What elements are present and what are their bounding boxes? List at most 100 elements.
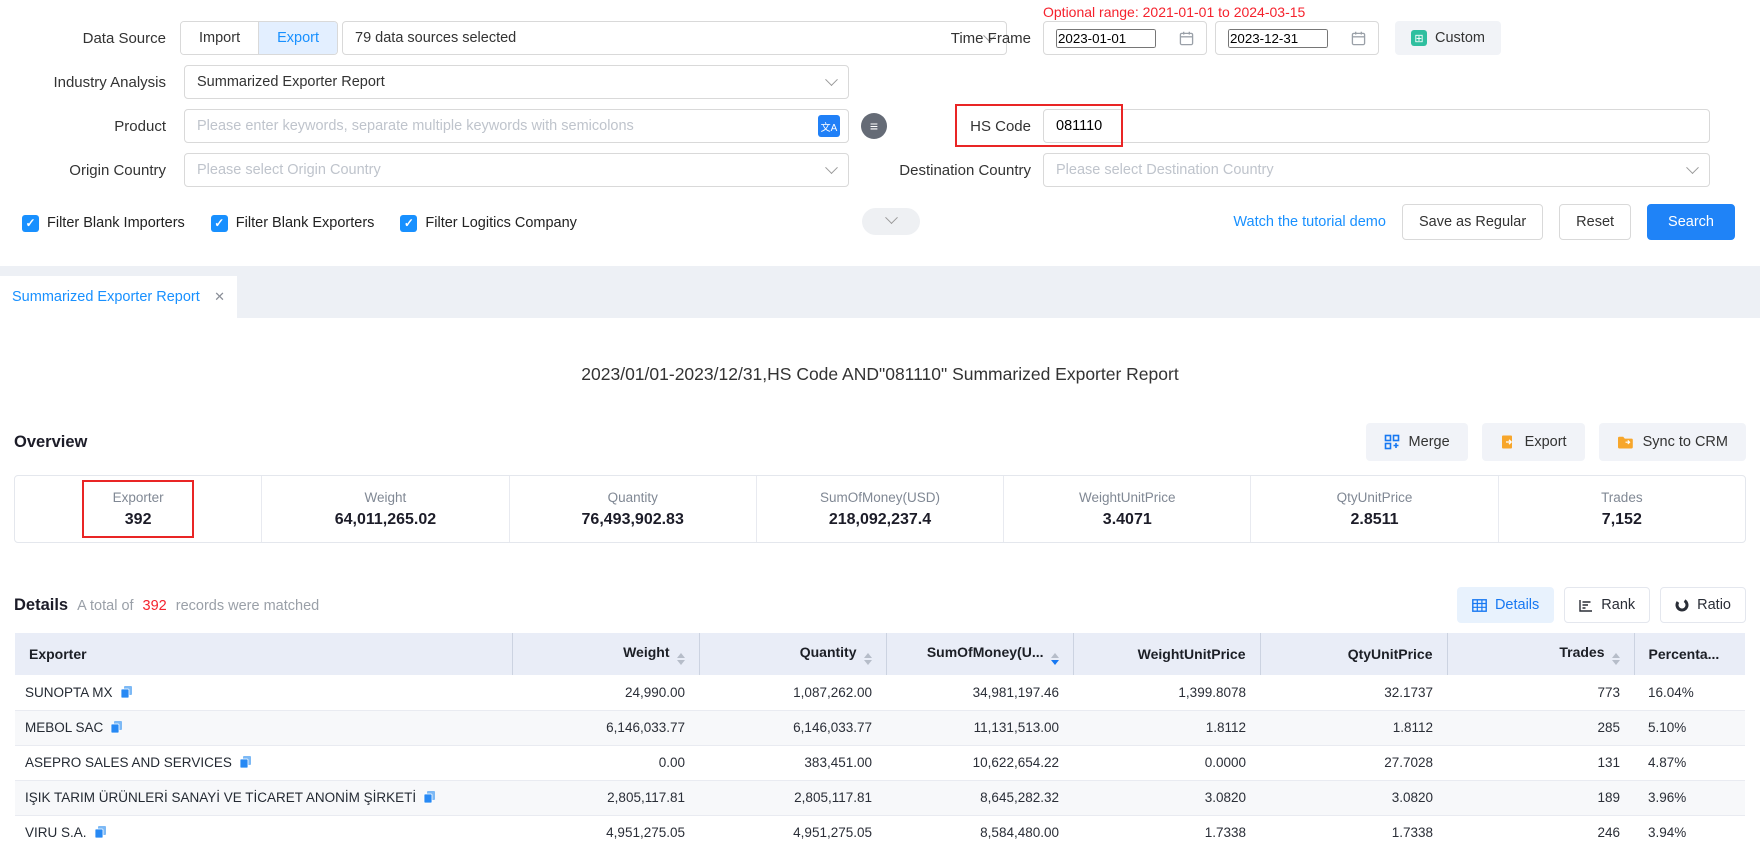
product-keyword-input[interactable] [197, 110, 836, 142]
sort-desc-icon[interactable] [1051, 653, 1059, 665]
hs-code-label: HS Code [845, 118, 1043, 135]
table-row: IŞIK TARIM ÜRÜNLERİ SANAYİ VE TİCARET AN… [15, 780, 1745, 815]
sum-cell: 11,131,513.00 [886, 710, 1073, 745]
weight-cell: 4,951,275.05 [512, 815, 699, 849]
exporter-name-link[interactable]: MEBOL SAC [25, 720, 103, 735]
trades-cell: 285 [1447, 710, 1634, 745]
export-toggle[interactable]: Export [258, 22, 337, 54]
exporter-cell: MEBOL SAC [15, 710, 512, 745]
calendar-icon [1351, 31, 1366, 46]
col-sum-of-money[interactable]: SumOfMoney(U... [886, 633, 1073, 675]
copy-icon[interactable] [94, 825, 107, 839]
product-keyword-field[interactable]: 文A [184, 109, 849, 143]
col-quantity[interactable]: Quantity [699, 633, 886, 675]
stat-value: 3.4071 [1103, 511, 1152, 529]
stat-value: 64,011,265.02 [335, 511, 436, 529]
start-date-picker[interactable] [1043, 21, 1207, 55]
percentage-cell: 16.04% [1634, 675, 1745, 710]
col-trades[interactable]: Trades [1447, 633, 1634, 675]
filter-row-industry: Industry Analysis Summarized Exporter Re… [0, 64, 1760, 100]
collapse-filters-button[interactable] [862, 208, 920, 235]
copy-icon[interactable] [120, 685, 133, 699]
col-percentage: Percenta... [1634, 633, 1745, 675]
hs-code-field[interactable] [1043, 109, 1710, 143]
copy-icon[interactable] [239, 755, 252, 769]
sort-icon[interactable] [677, 653, 685, 665]
checkbox-checked-icon: ✓ [211, 215, 228, 232]
tab-summarized-exporter-report[interactable]: Summarized Exporter Report ✕ [0, 276, 237, 318]
checkbox-checked-icon: ✓ [22, 215, 39, 232]
sum-cell: 8,584,480.00 [886, 815, 1073, 849]
stat-qty-unit-price: QtyUnitPrice 2.8511 [1250, 476, 1497, 542]
time-frame-group: Time Frame ⊞ Custom [845, 20, 1501, 56]
import-toggle[interactable]: Import [181, 22, 258, 54]
export-button[interactable]: Export [1482, 423, 1585, 461]
tutorial-demo-link[interactable]: Watch the tutorial demo [1233, 214, 1386, 230]
close-icon[interactable]: ✕ [214, 289, 225, 305]
hs-code-group: HS Code [845, 108, 1710, 144]
export-label: Export [1525, 434, 1567, 450]
stat-value: 218,092,237.4 [829, 511, 931, 529]
view-ratio-button[interactable]: Ratio [1660, 587, 1746, 623]
total-suffix: records were matched [176, 598, 319, 614]
start-date-input[interactable] [1056, 29, 1156, 48]
copy-icon[interactable] [423, 790, 436, 804]
filter-blank-exporters-checkbox[interactable]: ✓ Filter Blank Exporters [211, 215, 375, 232]
filter-logitics-company-checkbox[interactable]: ✓ Filter Logitics Company [400, 215, 577, 232]
percentage-cell: 5.10% [1634, 710, 1745, 745]
quantity-cell: 383,451.00 [699, 745, 886, 780]
stat-value: 392 [125, 511, 152, 529]
stat-value: 7,152 [1602, 511, 1642, 529]
col-weight[interactable]: Weight [512, 633, 699, 675]
weight-unit-price-cell: 1,399.8078 [1073, 675, 1260, 710]
stat-label: Weight [365, 490, 407, 505]
industry-analysis-select[interactable]: Summarized Exporter Report [184, 65, 849, 99]
filter-blank-importers-checkbox[interactable]: ✓ Filter Blank Importers [22, 215, 185, 232]
quantity-cell: 2,805,117.81 [699, 780, 886, 815]
origin-country-select[interactable]: Please select Origin Country [184, 153, 849, 187]
export-file-icon [1500, 434, 1516, 450]
calendar-icon [1179, 31, 1194, 46]
overview-header: Overview Merge Export Sync to CRM [0, 423, 1760, 461]
ratio-donut-icon [1675, 598, 1689, 612]
save-as-regular-button[interactable]: Save as Regular [1402, 204, 1543, 240]
trades-cell: 246 [1447, 815, 1634, 849]
col-weight-unit-price: WeightUnitPrice [1073, 633, 1260, 675]
exporter-name-link[interactable]: IŞIK TARIM ÜRÜNLERİ SANAYİ VE TİCARET AN… [25, 790, 416, 805]
overview-buttons: Merge Export Sync to CRM [1366, 423, 1746, 461]
sort-icon[interactable] [1612, 653, 1620, 665]
custom-range-icon: ⊞ [1411, 30, 1427, 46]
merge-label: Merge [1409, 434, 1450, 450]
percentage-cell: 3.96% [1634, 780, 1745, 815]
exporter-name-link[interactable]: ASEPRO SALES AND SERVICES [25, 755, 232, 770]
copy-icon[interactable] [110, 720, 123, 734]
custom-range-button[interactable]: ⊞ Custom [1395, 21, 1501, 55]
tab-bar: Summarized Exporter Report ✕ [0, 266, 1760, 318]
hs-code-input[interactable] [1056, 110, 1697, 142]
search-button[interactable]: Search [1647, 204, 1735, 240]
sync-to-crm-button[interactable]: Sync to CRM [1599, 423, 1746, 461]
reset-button[interactable]: Reset [1559, 204, 1631, 240]
exporter-cell: ASEPRO SALES AND SERVICES [15, 745, 512, 780]
overview-heading: Overview [14, 433, 87, 452]
table-row: MEBOL SAC 6,146,033.77 6,146,033.77 11,1… [15, 710, 1745, 745]
view-ratio-label: Ratio [1697, 597, 1731, 613]
filter-blank-importers-label: Filter Blank Importers [47, 215, 185, 231]
col-exporter: Exporter [15, 633, 512, 675]
exporter-cell: VIRU S.A. [15, 815, 512, 849]
end-date-input[interactable] [1228, 29, 1328, 48]
destination-country-select[interactable]: Please select Destination Country [1043, 153, 1710, 187]
destination-country-label: Destination Country [845, 162, 1043, 179]
end-date-picker[interactable] [1215, 21, 1379, 55]
sync-to-crm-label: Sync to CRM [1643, 434, 1728, 450]
view-details-button[interactable]: Details [1457, 587, 1554, 623]
trades-cell: 773 [1447, 675, 1634, 710]
sort-icon[interactable] [864, 653, 872, 665]
exporter-name-link[interactable]: VIRU S.A. [25, 825, 87, 840]
exporter-name-link[interactable]: SUNOPTA MX [25, 685, 113, 700]
view-rank-button[interactable]: Rank [1564, 587, 1650, 623]
stat-label: Trades [1601, 490, 1643, 505]
merge-button[interactable]: Merge [1366, 423, 1468, 461]
translate-icon[interactable]: 文A [818, 115, 840, 137]
table-row: VIRU S.A. 4,951,275.05 4,951,275.05 8,58… [15, 815, 1745, 849]
